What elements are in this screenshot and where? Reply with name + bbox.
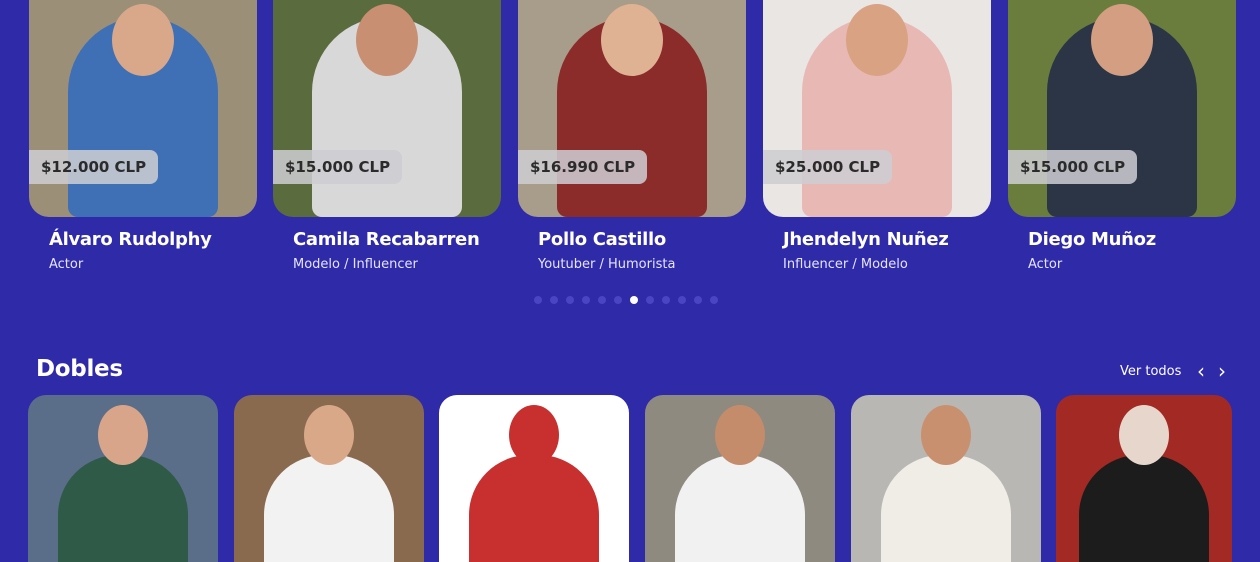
talent-card[interactable]: $25.000 CLP Jhendelyn Nuñez Influencer / M…	[763, 0, 991, 272]
page: $12.000 CLP Álvaro Rudolphy Actor $15.000 C…	[0, 0, 1260, 562]
talent-photo: $16.990 CLP	[518, 0, 746, 217]
carousel-pagination	[534, 296, 718, 306]
talent-card[interactable]: $12.000 CLP Álvaro Rudolphy Actor	[29, 0, 257, 272]
talent-photo: $25.000 CLP	[763, 0, 991, 217]
talent-role: Modelo / Influencer	[293, 257, 418, 272]
pagination-dot[interactable]	[614, 296, 622, 304]
doble-photo-head	[1119, 405, 1169, 465]
talent-role: Actor	[1028, 257, 1063, 272]
price-badge: $25.000 CLP	[763, 150, 893, 184]
pagination-dot[interactable]	[534, 296, 542, 304]
talent-photo: $15.000 CLP	[1008, 0, 1236, 217]
doble-card[interactable]	[851, 395, 1041, 562]
featured-carousel: $12.000 CLP Álvaro Rudolphy Actor $15.000 C…	[0, 0, 1260, 304]
doble-photo-body	[264, 455, 394, 562]
pagination-dot[interactable]	[678, 296, 686, 304]
price-badge: $15.000 CLP	[273, 150, 403, 184]
talent-name: Jhendelyn Nuñez	[783, 229, 949, 250]
talent-photo-head	[112, 4, 174, 76]
pagination-dot[interactable]	[566, 296, 574, 304]
doble-photo-body	[469, 455, 599, 562]
talent-name: Pollo Castillo	[538, 229, 666, 250]
talent-role: Actor	[49, 257, 84, 272]
doble-card[interactable]	[645, 395, 835, 562]
pagination-dot[interactable]	[582, 296, 590, 304]
talent-card[interactable]: $15.000 CLP Diego Muñoz Actor	[1008, 0, 1236, 272]
doble-card[interactable]	[439, 395, 629, 562]
pagination-dot[interactable]	[646, 296, 654, 304]
talent-role: Influencer / Modelo	[783, 257, 908, 272]
doble-photo-body	[58, 455, 188, 562]
pagination-dot[interactable]	[598, 296, 606, 304]
section-title-dobles: Dobles	[36, 356, 123, 382]
chevron-right-icon[interactable]: ›	[1214, 361, 1230, 381]
price-badge: $15.000 CLP	[1008, 150, 1138, 184]
talent-photo: $15.000 CLP	[273, 0, 501, 217]
doble-photo-head	[715, 405, 765, 465]
talent-photo-head	[1091, 4, 1153, 76]
doble-photo-body	[1079, 455, 1209, 562]
doble-card[interactable]	[234, 395, 424, 562]
doble-card[interactable]	[28, 395, 218, 562]
talent-name: Diego Muñoz	[1028, 229, 1156, 250]
talent-name: Álvaro Rudolphy	[49, 229, 212, 250]
talent-card[interactable]: $15.000 CLP Camila Recabarren Modelo / Inf…	[273, 0, 501, 272]
talent-name: Camila Recabarren	[293, 229, 480, 250]
doble-card[interactable]	[1056, 395, 1232, 562]
ver-todos-link[interactable]: Ver todos	[1120, 364, 1181, 379]
pagination-dot[interactable]	[710, 296, 718, 304]
doble-photo-head	[304, 405, 354, 465]
talent-photo-head	[601, 4, 663, 76]
talent-photo: $12.000 CLP	[29, 0, 257, 217]
doble-photo-head	[509, 405, 559, 465]
doble-photo-head	[98, 405, 148, 465]
pagination-dot[interactable]	[550, 296, 558, 304]
price-badge: $12.000 CLP	[29, 150, 159, 184]
talent-photo-head	[356, 4, 418, 76]
doble-photo-body	[881, 455, 1011, 562]
doble-photo-head	[921, 405, 971, 465]
pagination-dot[interactable]	[694, 296, 702, 304]
pagination-dot[interactable]	[630, 296, 638, 304]
talent-card[interactable]: $16.990 CLP Pollo Castillo Youtuber / Humo…	[518, 0, 746, 272]
talent-photo-head	[846, 4, 908, 76]
chevron-left-icon[interactable]: ‹	[1193, 361, 1209, 381]
price-badge: $16.990 CLP	[518, 150, 648, 184]
talent-role: Youtuber / Humorista	[538, 257, 676, 272]
doble-photo-body	[675, 455, 805, 562]
pagination-dot[interactable]	[662, 296, 670, 304]
